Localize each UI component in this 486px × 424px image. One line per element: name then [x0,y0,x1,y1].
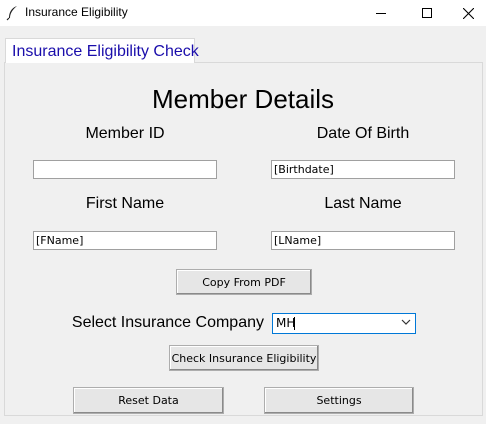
settings-button[interactable]: Settings [264,387,414,414]
first-name-label: First Name [85,195,165,212]
maximize-button[interactable] [404,0,450,26]
dob-field[interactable] [271,160,455,179]
feather-icon [6,6,17,21]
maximize-icon [422,8,432,18]
dob-label: Date Of Birth [316,125,410,142]
close-icon [462,7,474,19]
insurance-company-label: Select Insurance Company [71,314,264,331]
first-name-field[interactable] [33,231,217,250]
title-bar: Insurance Eligibility [0,0,486,26]
last-name-label: Last Name [324,195,402,212]
window-title: Insurance Eligibility [25,5,128,19]
insurance-company-value: MH [276,316,296,330]
last-name-field[interactable] [271,231,455,250]
copy-from-pdf-button[interactable]: Copy From PDF [176,269,312,295]
tab-label: Insurance Eligibility Check [12,43,199,60]
text-cursor [294,317,295,330]
check-eligibility-button[interactable]: Check Insurance Eligibility [169,345,319,371]
minimize-icon [376,13,386,14]
insurance-company-select[interactable]: MH [272,313,416,334]
chevron-down-icon[interactable] [401,319,411,326]
reset-data-button[interactable]: Reset Data [73,387,224,414]
member-id-label: Member ID [85,125,165,142]
minimize-button[interactable] [358,0,404,26]
page-title: Member Details [151,84,335,114]
tab-insurance-eligibility-check[interactable]: Insurance Eligibility Check [5,38,199,63]
member-id-field[interactable] [33,160,217,179]
close-button[interactable] [450,0,486,26]
